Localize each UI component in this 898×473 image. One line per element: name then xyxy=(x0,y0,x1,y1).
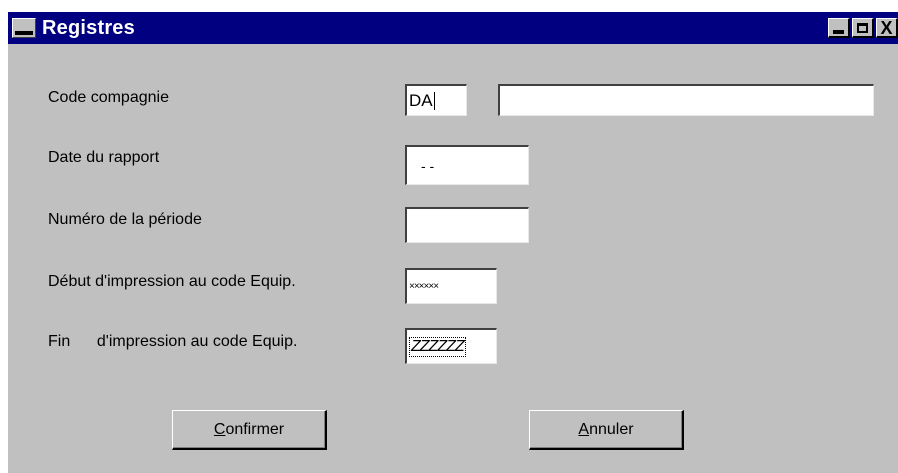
fin-impression-label: Fin d'impression au code Equip. xyxy=(48,333,298,350)
registres-window: Registres X Code compagnie DA Date du ra… xyxy=(6,10,898,473)
window-title: Registres xyxy=(42,16,135,39)
close-icon: X xyxy=(880,17,893,38)
annuler-label: nnuler xyxy=(589,420,634,438)
text-caret xyxy=(433,91,435,110)
fin-impression-value: ZZZZZZ xyxy=(409,336,466,357)
debut-impression-value: ×××××× xyxy=(409,281,439,292)
company-name-input[interactable] xyxy=(498,84,874,116)
numero-periode-input[interactable] xyxy=(405,207,529,243)
maximize-icon xyxy=(857,22,868,33)
code-compagnie-label: Code compagnie xyxy=(48,89,169,106)
code-compagnie-input[interactable]: DA xyxy=(405,84,467,116)
annuler-accelerator: A xyxy=(578,420,590,438)
close-button[interactable]: X xyxy=(876,18,898,38)
window-menu-icon[interactable] xyxy=(12,18,36,38)
minimize-icon xyxy=(833,29,844,34)
debut-impression-input[interactable]: ×××××× xyxy=(405,268,497,304)
confirmer-label: onfirmer xyxy=(225,420,285,438)
maximize-button[interactable] xyxy=(852,18,874,38)
date-rapport-input[interactable]: - - xyxy=(405,145,529,185)
numero-periode-label: Numéro de la période xyxy=(48,211,202,228)
date-rapport-label: Date du rapport xyxy=(48,149,160,166)
fin-impression-input[interactable]: ZZZZZZ xyxy=(405,328,497,364)
window-controls: X xyxy=(826,18,898,38)
confirmer-accelerator: C xyxy=(213,420,226,438)
annuler-button[interactable]: Annuler xyxy=(529,410,684,450)
debut-impression-label: Début d'impression au code Equip. xyxy=(48,273,296,290)
confirmer-button[interactable]: Confirmer xyxy=(172,410,327,450)
minimize-button[interactable] xyxy=(828,18,850,38)
date-rapport-value: - - xyxy=(421,157,435,174)
code-compagnie-value: DA xyxy=(409,90,433,110)
title-bar[interactable]: Registres X xyxy=(8,12,898,44)
